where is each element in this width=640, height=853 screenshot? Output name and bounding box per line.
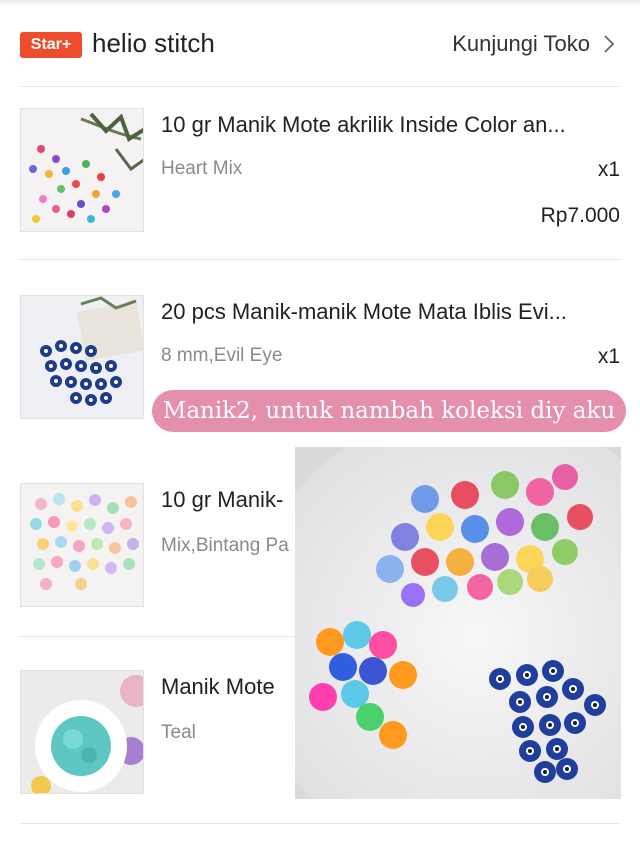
shop-name[interactable]: helio stitch	[92, 28, 215, 59]
star-plus-badge: Star+	[20, 32, 82, 58]
beads-photo	[295, 447, 621, 799]
product-thumbnail[interactable]	[20, 295, 144, 419]
product-thumbnail[interactable]	[20, 670, 144, 794]
product-variant: 8 mm,Evil Eye	[161, 345, 283, 366]
divider	[20, 86, 620, 87]
chevron-right-icon	[598, 33, 620, 55]
product-variant: Teal	[161, 722, 196, 743]
product-title: 20 pcs Manik-manik Mote Mata Iblis Evi..…	[161, 299, 567, 324]
divider	[20, 259, 620, 260]
visit-store-link[interactable]: Kunjungi Toko	[452, 31, 620, 57]
shop-header: Star+ helio stitch Kunjungi Toko	[0, 14, 640, 76]
product-price: Rp7.000	[540, 204, 620, 227]
product-quantity: x1	[597, 158, 620, 181]
product-quantity: x1	[597, 345, 620, 368]
caption-sticker: Manik2, untuk nambah koleksi diy aku	[152, 390, 626, 432]
product-thumbnail[interactable]	[20, 108, 144, 232]
product-thumbnail[interactable]	[20, 483, 144, 607]
visit-store-label: Kunjungi Toko	[452, 31, 590, 56]
top-shadow	[0, 0, 640, 6]
divider	[20, 823, 620, 824]
product-variant: Heart Mix	[161, 158, 243, 179]
product-title: 10 gr Manik Mote akrilik Inside Color an…	[161, 112, 566, 137]
product-variant: Mix,Bintang Pa	[161, 535, 289, 556]
